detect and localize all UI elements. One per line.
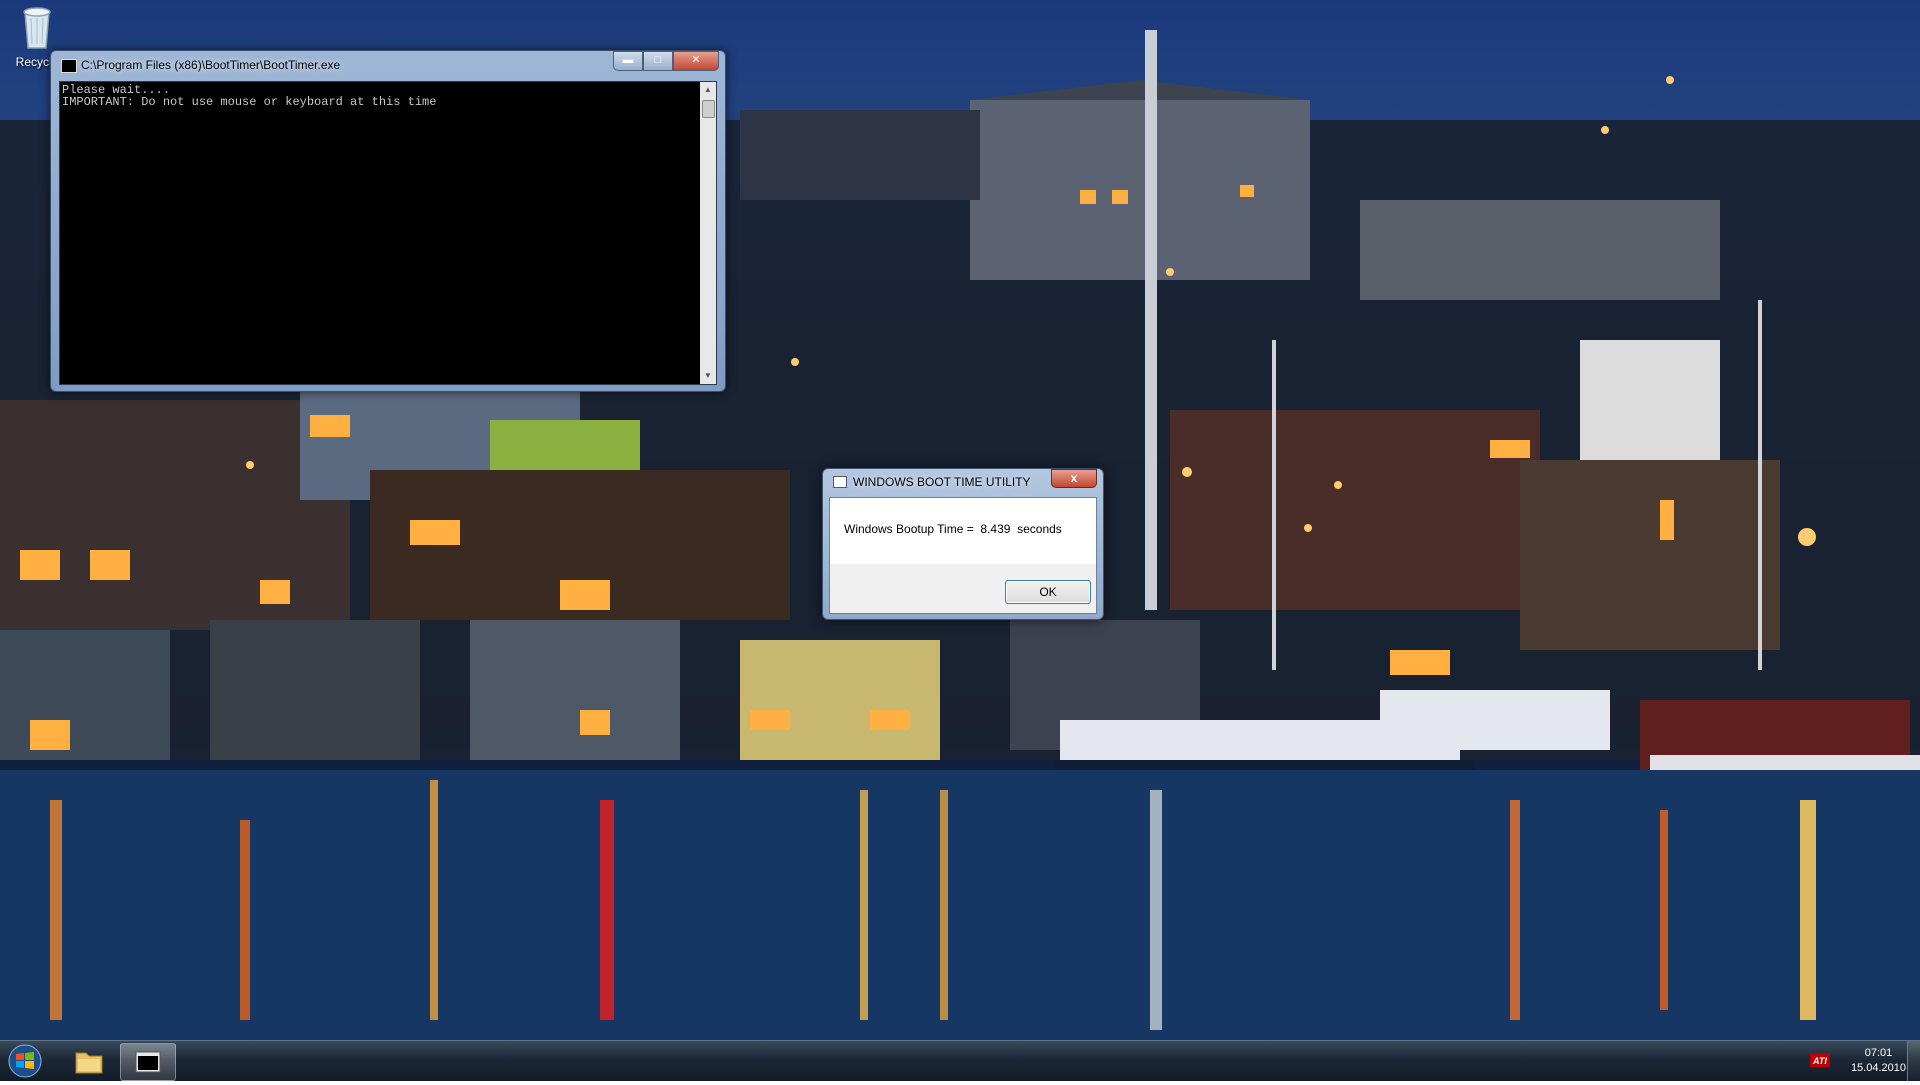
folder-icon bbox=[75, 1052, 103, 1074]
ati-icon[interactable]: ATI bbox=[1810, 1053, 1830, 1067]
clock-date: 15.04.2010 bbox=[1850, 1062, 1906, 1074]
console-title: C:\Program Files (x86)\BootTimer\BootTim… bbox=[81, 58, 341, 72]
boot-time-dialog[interactable]: WINDOWS BOOT TIME UTILITY x Windows Boot… bbox=[822, 468, 1104, 620]
taskbar-console-button[interactable] bbox=[120, 1043, 176, 1081]
console-window[interactable]: C:\Program Files (x86)\BootTimer\BootTim… bbox=[50, 50, 726, 392]
windows-orb-icon bbox=[8, 1044, 42, 1078]
console-line: IMPORTANT: Do not use mouse or keyboard … bbox=[62, 95, 437, 109]
scroll-thumb[interactable] bbox=[702, 100, 715, 118]
dialog-title: WINDOWS BOOT TIME UTILITY bbox=[853, 475, 1031, 489]
minimize-icon: ▬ bbox=[622, 54, 634, 66]
console-output-area[interactable]: Please wait.... IMPORTANT: Do not use mo… bbox=[59, 81, 717, 385]
start-button[interactable] bbox=[4, 1043, 48, 1079]
svg-text:ATI: ATI bbox=[1812, 1056, 1827, 1066]
taskbar-explorer-button[interactable] bbox=[62, 1043, 116, 1079]
boot-time-message: Windows Bootup Time = 8.439 seconds bbox=[844, 522, 1062, 536]
scroll-up-arrow-icon[interactable]: ▲ bbox=[700, 82, 716, 98]
ok-button[interactable]: OK bbox=[1005, 580, 1091, 604]
maximize-button[interactable]: □ bbox=[643, 51, 673, 71]
close-button[interactable]: ✕ bbox=[673, 51, 719, 71]
console-window-icon bbox=[135, 1051, 161, 1073]
show-desktop-button[interactable] bbox=[1907, 1041, 1920, 1081]
dialog-app-icon bbox=[833, 476, 847, 488]
taskbar-clock[interactable]: 07:01 15.04.2010 bbox=[1851, 1046, 1906, 1076]
scroll-down-arrow-icon[interactable]: ▼ bbox=[700, 368, 716, 384]
minimize-button[interactable]: ▬ bbox=[613, 51, 643, 71]
close-icon: x bbox=[1070, 471, 1078, 485]
taskbar: ATI 07:01 15.04.2010 bbox=[0, 1040, 1920, 1081]
console-titlebar[interactable]: C:\Program Files (x86)\BootTimer\BootTim… bbox=[51, 51, 725, 79]
close-icon: ✕ bbox=[691, 54, 701, 66]
console-app-icon bbox=[61, 59, 77, 73]
dialog-close-button[interactable]: x bbox=[1051, 469, 1097, 488]
dialog-titlebar[interactable]: WINDOWS BOOT TIME UTILITY x bbox=[823, 469, 1103, 493]
clock-time: 07:01 bbox=[1864, 1047, 1893, 1059]
console-scrollbar[interactable]: ▲ ▼ bbox=[700, 82, 716, 384]
recycle-bin-icon bbox=[23, 7, 51, 49]
dialog-body: Windows Bootup Time = 8.439 seconds OK bbox=[829, 497, 1097, 614]
maximize-icon: □ bbox=[654, 54, 662, 66]
